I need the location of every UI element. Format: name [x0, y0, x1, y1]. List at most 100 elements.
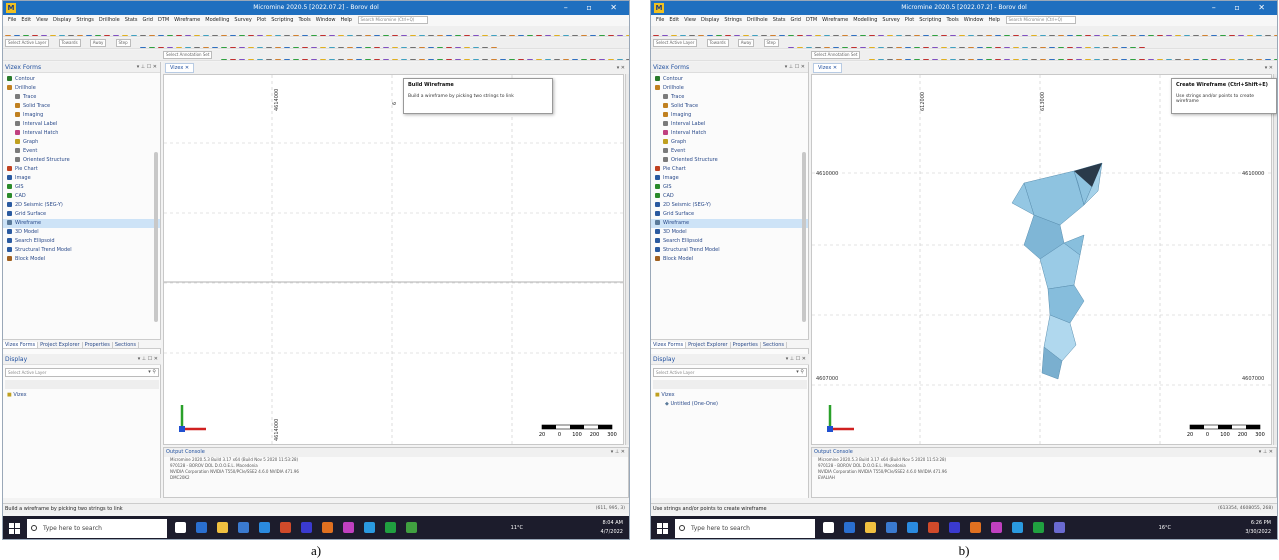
toolbar-tool-icon[interactable]: [788, 35, 794, 36]
menu-plot[interactable]: Plot: [257, 17, 266, 23]
toolbar-tool-icon[interactable]: [904, 47, 911, 48]
toolbar-tool-icon[interactable]: [500, 59, 507, 60]
toolbar-tool-icon[interactable]: [1013, 35, 1019, 36]
toolbar-tool-icon[interactable]: [905, 59, 912, 60]
app-icon[interactable]: [364, 522, 375, 533]
edge-icon[interactable]: [196, 522, 207, 533]
toolbar-tool-icon[interactable]: [958, 47, 965, 48]
toolbar-tool-icon[interactable]: [140, 35, 146, 36]
toolbar-tool-icon[interactable]: [230, 59, 237, 60]
toolbar-tool-icon[interactable]: [743, 35, 749, 36]
taskbar-search-input[interactable]: Type here to search: [27, 519, 167, 538]
toolbar-tool-icon[interactable]: [923, 59, 930, 60]
toolbar-tool-icon[interactable]: [1274, 35, 1277, 36]
firefox-icon[interactable]: [322, 522, 333, 533]
tab-properties[interactable]: Properties: [82, 342, 113, 348]
app-icon[interactable]: [1054, 522, 1065, 533]
toolbar-tool-icon[interactable]: [796, 47, 803, 48]
toolbar-tool-icon[interactable]: [797, 35, 803, 36]
toolbar-tool-icon[interactable]: [1085, 59, 1092, 60]
tab-project-explorer[interactable]: Project Explorer: [686, 342, 731, 348]
toolbar-tool-icon[interactable]: [626, 35, 629, 36]
toolbar-tool-icon[interactable]: [617, 35, 623, 36]
menu-scripting[interactable]: Scripting: [271, 17, 293, 23]
toolbar-tool-icon[interactable]: [1265, 35, 1271, 36]
toolbar-tool-icon[interactable]: [698, 35, 704, 36]
toolbar-tool-icon[interactable]: [590, 35, 596, 36]
toolbar-tool-icon[interactable]: [383, 35, 389, 36]
away-select[interactable]: Away: [737, 39, 755, 47]
menu-view[interactable]: View: [36, 17, 48, 23]
toolbar-tool-icon[interactable]: [1157, 59, 1164, 60]
firefox-icon[interactable]: [970, 522, 981, 533]
viewport-canvas[interactable]: 461400046140006E200100200300: [164, 75, 624, 445]
toolbar-tool-icon[interactable]: [500, 35, 506, 36]
toolbar-tool-icon[interactable]: [931, 47, 938, 48]
toolbar-tool-icon[interactable]: [653, 35, 659, 36]
step-select[interactable]: Step: [115, 39, 131, 47]
toolbar-tool-icon[interactable]: [859, 47, 866, 48]
layer-tools-icon[interactable]: ▾ ⚲: [148, 369, 156, 376]
menu-drillhole[interactable]: Drillhole: [747, 17, 768, 23]
toolbar-tool-icon[interactable]: [805, 47, 812, 48]
toolbar-tool-icon[interactable]: [274, 47, 281, 48]
toolbar-tool-icon[interactable]: [283, 47, 290, 48]
toolbar-tool-icon[interactable]: [221, 59, 228, 60]
toolbar-tool-icon[interactable]: [1094, 59, 1101, 60]
menu-scripting[interactable]: Scripting: [919, 17, 941, 23]
toolbar-tool-icon[interactable]: [1139, 59, 1146, 60]
toolbar-tool-icon[interactable]: [1004, 59, 1011, 60]
toolbar-tool-icon[interactable]: [248, 59, 255, 60]
toolbar-tool-icon[interactable]: [1238, 35, 1244, 36]
toolbar-tool-icon[interactable]: [1121, 59, 1128, 60]
toolbar-tool-icon[interactable]: [1157, 35, 1163, 36]
toolbar-tool-icon[interactable]: [256, 47, 263, 48]
tab-project-explorer[interactable]: Project Explorer: [38, 342, 83, 348]
toolbar-tool-icon[interactable]: [356, 35, 362, 36]
toolbar-tool-icon[interactable]: [1085, 35, 1091, 36]
menu-tools[interactable]: Tools: [298, 17, 310, 23]
toolbar-tool-icon[interactable]: [464, 59, 471, 60]
toolbar-tool-icon[interactable]: [211, 47, 218, 48]
toolbar-tool-icon[interactable]: [1003, 47, 1010, 48]
tree-item-block-model[interactable]: Block Model: [651, 255, 808, 264]
toolbar-tool-icon[interactable]: [32, 35, 38, 36]
toolbar-tool-icon[interactable]: [265, 47, 272, 48]
tree-item-cad[interactable]: CAD: [3, 192, 160, 201]
toolbar-tool-icon[interactable]: [832, 47, 839, 48]
display-layer-input[interactable]: Select Active Layer ▾ ⚲: [5, 368, 159, 377]
toolbar-tool-icon[interactable]: [608, 59, 615, 60]
toolbar-tool-icon[interactable]: [851, 35, 857, 36]
menu-survey[interactable]: Survey: [882, 17, 899, 23]
tree-item-contour[interactable]: Contour: [651, 75, 808, 84]
toolbar-tool-icon[interactable]: [878, 59, 885, 60]
toolbar-tool-icon[interactable]: [1031, 35, 1037, 36]
toolbar-tool-icon[interactable]: [1220, 35, 1226, 36]
toolbar-tool-icon[interactable]: [473, 59, 480, 60]
toolbar-tool-icon[interactable]: [364, 47, 371, 48]
toolbar-tool-icon[interactable]: [1274, 59, 1277, 60]
toolbar-tool-icon[interactable]: [293, 35, 299, 36]
toolbar-tool-icon[interactable]: [968, 35, 974, 36]
menu-strings[interactable]: Strings: [724, 17, 742, 23]
toolbar-tool-icon[interactable]: [148, 47, 155, 48]
toolbar-tool-icon[interactable]: [1057, 47, 1064, 48]
tab-properties[interactable]: Properties: [730, 342, 761, 348]
toolbar-tool-icon[interactable]: [1094, 35, 1100, 36]
toolbar-tool-icon[interactable]: [1040, 59, 1047, 60]
toolbar-tool-icon[interactable]: [464, 35, 470, 36]
toolbar-tool-icon[interactable]: [175, 47, 182, 48]
toolbar-tool-icon[interactable]: [320, 35, 326, 36]
tree-item-graph[interactable]: Graph: [651, 138, 808, 147]
toolbar-tool-icon[interactable]: [328, 47, 335, 48]
tree-item-event[interactable]: Event: [651, 147, 808, 156]
toolbar-tool-icon[interactable]: [1247, 35, 1253, 36]
toolbar-tool-icon[interactable]: [608, 35, 614, 36]
toolbar-tool-icon[interactable]: [131, 35, 137, 36]
toolbar-tool-icon[interactable]: [1112, 35, 1118, 36]
toolbar-tool-icon[interactable]: [410, 59, 417, 60]
toolbar-tool-icon[interactable]: [292, 47, 299, 48]
toolbar-tool-icon[interactable]: [1076, 35, 1082, 36]
tab-vizex-forms[interactable]: Vizex Forms: [651, 342, 687, 348]
toolbar-tool-icon[interactable]: [1013, 59, 1020, 60]
